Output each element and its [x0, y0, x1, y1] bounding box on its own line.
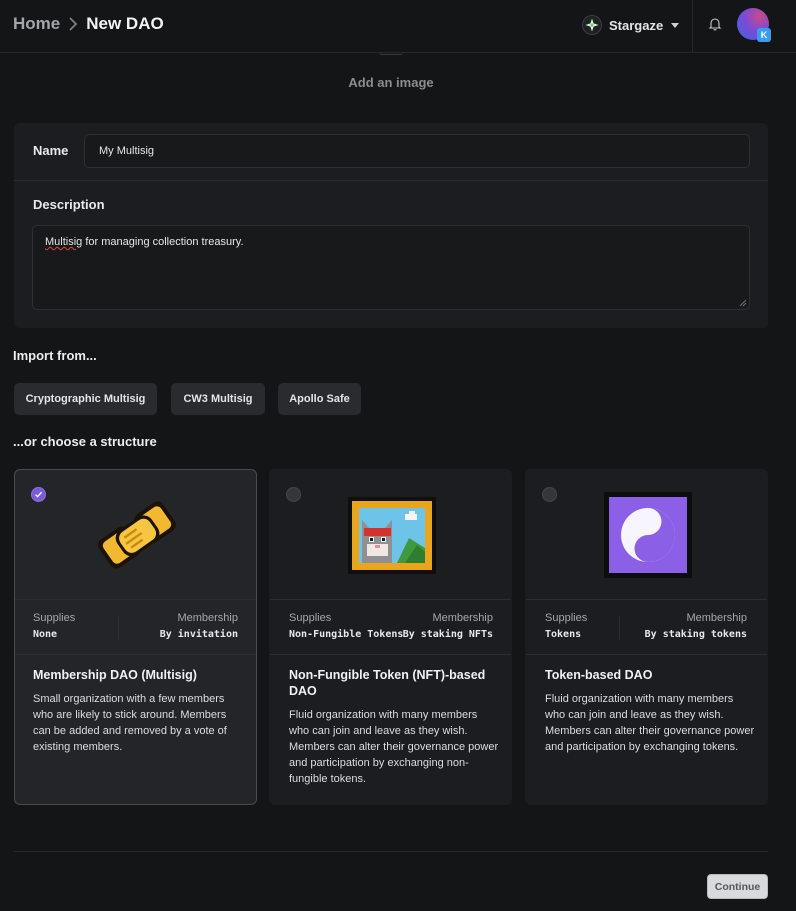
membership-value: By staking NFTs [402, 629, 493, 640]
name-label: Name [33, 143, 69, 158]
spellcheck-word: Multisig [45, 236, 83, 248]
page-title: New DAO [86, 14, 164, 33]
wallet-badge: K [757, 28, 771, 42]
chain-name: Stargaze [609, 17, 664, 33]
membership-value: By staking tokens [644, 629, 747, 640]
structure-card-membership[interactable]: Supplies Membership None By invitation M… [14, 469, 257, 805]
resize-grip-icon[interactable] [739, 299, 747, 307]
footer-divider [14, 851, 768, 852]
card-title: Non-Fungible Token (NFT)-based DAO [289, 668, 486, 698]
card-divider [15, 654, 256, 655]
bell-icon[interactable] [708, 17, 722, 31]
structure-card-token[interactable]: Supplies Membership Tokens By staking to… [525, 469, 768, 805]
structure-card-nft[interactable]: Supplies Membership Non-Fungible Tokens … [269, 469, 512, 805]
chevron-right-icon [68, 17, 78, 31]
supplies-value: Non-Fungible Tokens [289, 629, 404, 640]
chain-selector[interactable]: Stargaze [582, 13, 680, 37]
import-cryptographic-multisig-button[interactable]: Cryptographic Multisig [14, 383, 157, 415]
top-bar: Home New DAO Stargaze K [0, 0, 796, 53]
card-description: Fluid organization with many members who… [545, 693, 755, 753]
framed-cat-picture-icon [347, 490, 437, 580]
card-divider [270, 654, 511, 655]
check-icon [35, 491, 43, 498]
supplies-label: Supplies [545, 612, 588, 624]
supplies-label: Supplies [33, 612, 76, 624]
import-cw3-multisig-button[interactable]: CW3 Multisig [171, 383, 265, 415]
breadcrumb: Home New DAO [13, 14, 164, 34]
radio-selected[interactable] [31, 487, 46, 502]
add-image-label[interactable]: Add an image [0, 75, 782, 90]
form-divider [14, 180, 768, 181]
card-title: Membership DAO (Multisig) [33, 668, 197, 682]
card-title: Token-based DAO [545, 668, 653, 682]
structure-section-title: ...or choose a structure [13, 434, 157, 449]
description-label: Description [33, 197, 105, 212]
description-textarea[interactable]: Multisig for managing collection treasur… [32, 225, 750, 310]
supplies-label: Supplies [289, 612, 332, 624]
card-description: Small organization with a few members wh… [33, 693, 227, 753]
membership-label: Membership [686, 612, 747, 624]
card-divider [526, 599, 767, 600]
continue-button[interactable]: Continue [707, 874, 768, 899]
caret-down-icon [671, 22, 680, 28]
yin-yang-icon [603, 490, 693, 580]
header-divider [692, 0, 693, 53]
description-text: for managing collection treasury. [82, 236, 244, 248]
membership-value: By invitation [159, 629, 238, 640]
meta-separator [118, 616, 119, 640]
card-divider [15, 599, 256, 600]
membership-label: Membership [177, 612, 238, 624]
breadcrumb-home-link[interactable]: Home [13, 14, 60, 34]
supplies-value: Tokens [545, 629, 582, 640]
card-divider [270, 599, 511, 600]
card-divider [526, 654, 767, 655]
import-section-title: Import from... [13, 348, 97, 363]
supplies-value: None [33, 629, 58, 640]
radio-unselected[interactable] [286, 487, 301, 502]
membership-label: Membership [432, 612, 493, 624]
meta-separator [619, 616, 620, 640]
radio-unselected[interactable] [542, 487, 557, 502]
handshake-icon [92, 490, 182, 580]
import-apollo-safe-button[interactable]: Apollo Safe [278, 383, 361, 415]
dao-info-form: Name Description Multisig for managing c… [14, 123, 768, 328]
card-description: Fluid organization with many members who… [289, 709, 499, 785]
name-input[interactable] [84, 134, 750, 168]
stargaze-logo-icon [582, 15, 602, 35]
image-placeholder[interactable] [379, 52, 403, 55]
